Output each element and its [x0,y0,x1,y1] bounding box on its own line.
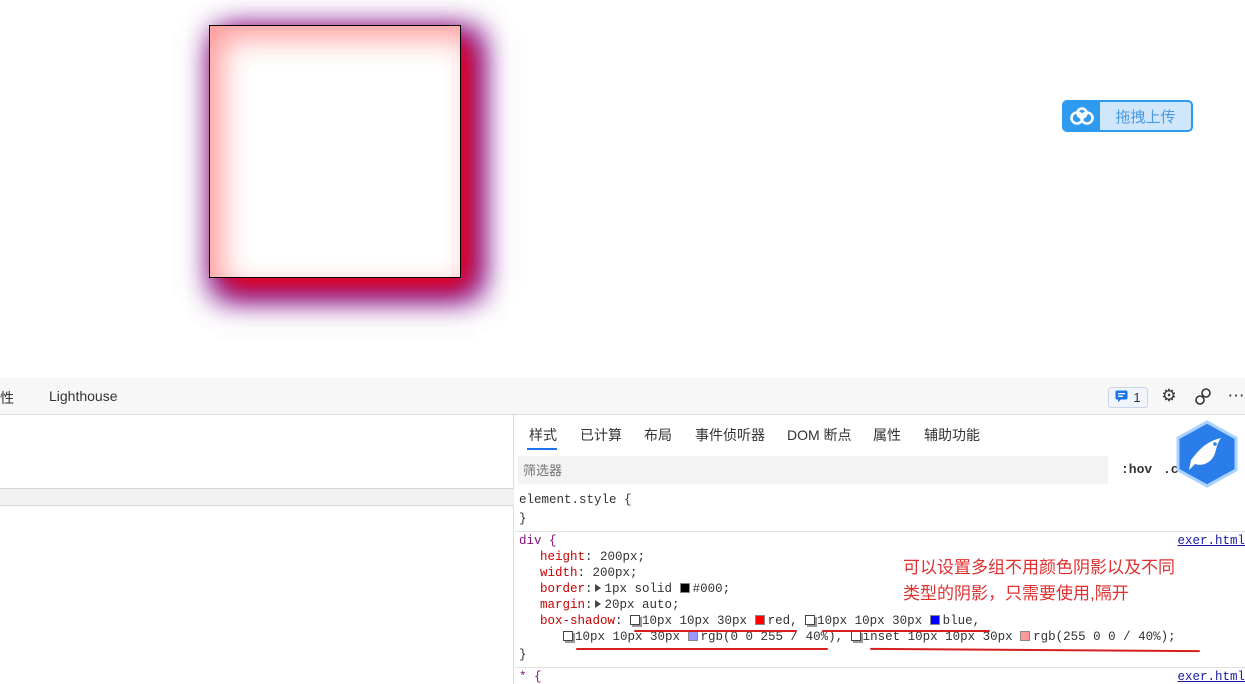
shadow-value: 10px 10px 30px [817,614,923,628]
active-tab-indicator [527,448,557,450]
annotation-line: 类型的阴影，只需要使用,隔开 [903,584,1129,603]
elements-tree-pane [0,415,514,684]
element-style-rule: element.style { } [515,491,1245,531]
hov-toggle[interactable]: :hov [1121,462,1152,477]
rule-close: } [519,512,527,526]
color-swatch[interactable] [929,615,940,625]
rule-source-link[interactable]: exer.html [1177,534,1245,548]
styles-pane: 样式 已计算 布局 事件侦听器 DOM 断点 属性 辅助功能 :hov .c e… [515,415,1245,684]
connect-icon[interactable] [1193,386,1213,406]
tab-event-listeners[interactable]: 事件侦听器 [695,425,765,445]
tab-layout[interactable]: 布局 [644,425,672,445]
decl-box-shadow[interactable]: box-shadow: 10px 10px 30px red, 10px 10p… [540,614,980,628]
devtools-toolbar: 性 Lighthouse 1 ⚙ ⋯ [0,378,1245,415]
mascot-bird-icon[interactable] [1175,420,1239,488]
shadow-editor-icon[interactable] [805,615,816,625]
page-preview: 拖拽上传 [0,0,1245,378]
tab-accessibility[interactable]: 辅助功能 [924,425,980,445]
rule-close: } [519,648,527,662]
rule-selector[interactable]: div { [519,534,557,548]
shadow-color: blue [942,614,973,628]
issues-counter-button[interactable]: 1 [1108,387,1148,408]
rule-source-link[interactable]: exer.html [1177,670,1245,684]
expand-triangle-icon[interactable] [594,584,601,592]
annotation-underline [634,630,797,632]
styles-tabs: 样式 已计算 布局 事件侦听器 DOM 断点 属性 辅助功能 [515,415,1245,452]
upload-button-label: 拖拽上传 [1115,108,1176,126]
shadow-color: rgb(255 0 0 / 40%); [1033,630,1176,644]
rule-selector[interactable]: * { [519,670,542,684]
styles-filter-input[interactable] [518,456,1108,484]
prop-name: box-shadow [540,614,616,628]
prop-name: width [540,566,578,580]
issues-count: 1 [1133,390,1141,405]
color-swatch[interactable] [687,631,698,641]
prop-value: 200px; [592,566,638,580]
devtools-panel: 性 Lighthouse 1 ⚙ ⋯ 样式 已计算 布局 事件侦听器 DOM 断… [0,378,1245,684]
prop-value: 1px solid [604,582,673,596]
drag-upload-button[interactable]: 拖拽上传 [1062,100,1193,132]
shadow-editor-icon[interactable] [850,631,861,641]
decl-height[interactable]: height: 200px; [540,550,645,564]
shadow-color: red [767,614,791,628]
color-swatch[interactable] [1020,631,1031,641]
annotation-underline [576,648,828,650]
annotation-underline [822,630,990,632]
shadow-value: 10px 10px 30px [575,630,681,644]
shadow-value: 10px 10px 30px [642,614,748,628]
prop-value: 200px; [600,550,646,564]
tab-styles[interactable]: 样式 [529,425,557,445]
filter-row: :hov .c [515,454,1245,488]
shadow-color: rgb(0 0 255 / 40%) [700,630,836,644]
universal-rule: * { exer.html [515,668,1245,684]
annotation-note: 可以设置多组不用颜色阴影以及不同 类型的阴影，只需要使用,隔开 [903,555,1233,607]
rule-selector[interactable]: element.style { [519,493,632,507]
color-swatch[interactable] [679,583,690,593]
prop-value: 20px auto; [604,598,680,612]
expand-triangle-icon[interactable] [594,600,601,608]
shadow-editor-icon[interactable] [630,615,641,625]
breadcrumb-bar [0,488,514,506]
shadow-value: inset 10px 10px 30px [862,630,1013,644]
annotation-line: 可以设置多组不用颜色阴影以及不同 [903,558,1175,577]
prop-name: margin [540,598,586,612]
tab-properties[interactable]: 属性 [873,425,901,445]
decl-width[interactable]: width: 200px; [540,566,638,580]
shadow-demo-box [209,25,461,278]
decl-margin[interactable]: margin: 20px auto; [540,598,680,612]
issues-icon [1115,390,1128,405]
prop-value: #000; [692,582,731,596]
gear-icon[interactable]: ⚙ [1159,386,1179,406]
shadow-editor-icon[interactable] [563,631,573,641]
more-icon[interactable]: ⋯ [1226,386,1245,406]
tab-lighthouse[interactable]: Lighthouse [49,388,118,404]
decl-box-shadow-cont[interactable]: 10px 10px 30px rgb(0 0 255 / 40%), inset… [563,630,1176,644]
tab-dom-breakpoints[interactable]: DOM 断点 [787,425,852,445]
decl-border[interactable]: border: 1px solid #000; [540,582,730,596]
prop-name: border [540,582,586,596]
tab-partial[interactable]: 性 [0,388,14,408]
color-swatch[interactable] [754,615,765,625]
tab-computed[interactable]: 已计算 [580,425,622,445]
baidu-cloud-icon [1064,102,1100,130]
prop-name: height [540,550,586,564]
